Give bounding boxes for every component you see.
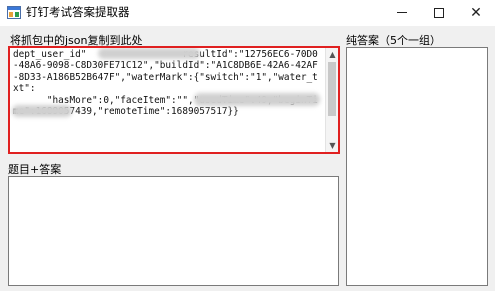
redacted-region bbox=[98, 48, 200, 59]
maximize-button[interactable] bbox=[421, 0, 459, 26]
app-icon bbox=[7, 6, 21, 19]
pure-answers-textarea[interactable] bbox=[346, 47, 488, 286]
scrollbar-thumb[interactable] bbox=[328, 62, 336, 116]
close-button[interactable]: ✕ bbox=[457, 0, 495, 26]
title-bar: 钉钉考试答案提取器 ✕ bbox=[0, 0, 495, 26]
maximize-icon bbox=[434, 8, 444, 18]
minimize-icon bbox=[397, 12, 407, 13]
redacted-region bbox=[12, 105, 72, 117]
vertical-scrollbar[interactable]: ▲ ▼ bbox=[325, 48, 338, 152]
json-input-textarea[interactable]: dept_user_id" resultId":"12756EC6-70D0-4… bbox=[8, 46, 340, 154]
pure-answers-label: 纯答案（5个一组） bbox=[346, 34, 441, 47]
redacted-region bbox=[194, 93, 320, 106]
window-title: 钉钉考试答案提取器 bbox=[26, 5, 130, 19]
chevron-up-icon[interactable]: ▲ bbox=[326, 48, 338, 61]
question-answer-label: 题目+答案 bbox=[8, 163, 62, 176]
minimize-button[interactable] bbox=[383, 0, 421, 26]
question-answer-textarea[interactable] bbox=[8, 176, 339, 286]
chevron-down-icon[interactable]: ▼ bbox=[326, 139, 338, 152]
close-icon: ✕ bbox=[470, 5, 482, 21]
